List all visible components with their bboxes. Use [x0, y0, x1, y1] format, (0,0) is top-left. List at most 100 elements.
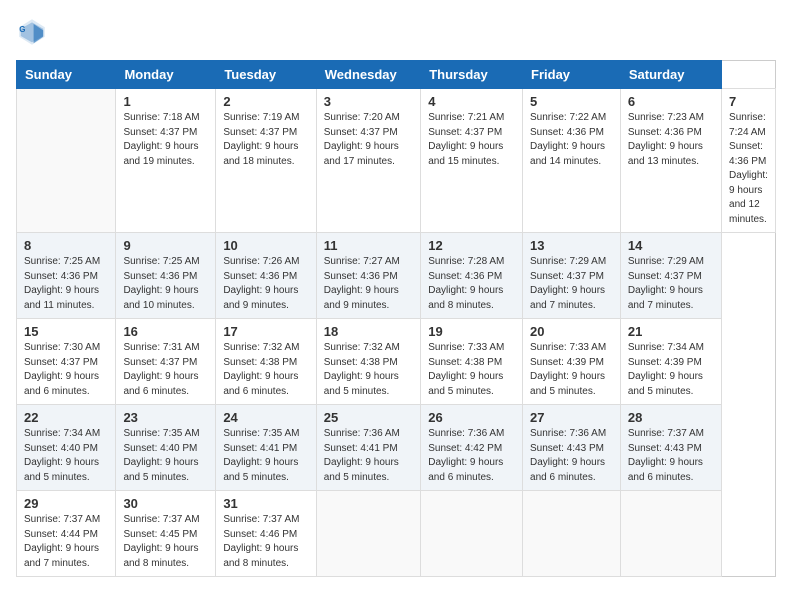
calendar-cell: 28 Sunrise: 7:37 AM Sunset: 4:43 PM Dayli… [620, 405, 721, 491]
logo-icon: G [16, 16, 48, 48]
day-info: Sunrise: 7:23 AM Sunset: 4:36 PM Dayligh… [628, 111, 714, 169]
day-number: 14 [628, 238, 714, 253]
day-number: 26 [428, 410, 515, 425]
calendar-cell [620, 491, 721, 577]
calendar-week-2: 8 Sunrise: 7:25 AM Sunset: 4:36 PM Daylig… [17, 233, 776, 319]
day-info: Sunrise: 7:29 AM Sunset: 4:37 PM Dayligh… [628, 255, 714, 313]
day-info: Sunrise: 7:34 AM Sunset: 4:39 PM Dayligh… [628, 341, 714, 399]
day-number: 2 [223, 94, 308, 109]
day-number: 7 [729, 94, 768, 109]
day-header-saturday: Saturday [620, 61, 721, 89]
day-info: Sunrise: 7:20 AM Sunset: 4:37 PM Dayligh… [324, 111, 414, 169]
calendar-cell: 15Sunrise: 7:30 AM Sunset: 4:37 PM Dayli… [17, 319, 116, 405]
calendar-cell: 18 Sunrise: 7:32 AM Sunset: 4:38 PM Dayli… [316, 319, 421, 405]
day-info: Sunrise: 7:28 AM Sunset: 4:36 PM Dayligh… [428, 255, 515, 313]
calendar-cell: 5 Sunrise: 7:22 AM Sunset: 4:36 PM Daylig… [523, 89, 621, 233]
calendar-cell [316, 491, 421, 577]
day-info: Sunrise: 7:35 AM Sunset: 4:41 PM Dayligh… [223, 427, 308, 485]
calendar-cell: 27 Sunrise: 7:36 AM Sunset: 4:43 PM Dayli… [523, 405, 621, 491]
day-number: 17 [223, 324, 308, 339]
day-number: 13 [530, 238, 613, 253]
calendar-header-row: SundayMondayTuesdayWednesdayThursdayFrid… [17, 61, 776, 89]
day-info: Sunrise: 7:32 AM Sunset: 4:38 PM Dayligh… [223, 341, 308, 399]
calendar-cell [17, 89, 116, 233]
day-info: Sunrise: 7:37 AM Sunset: 4:46 PM Dayligh… [223, 513, 308, 571]
calendar-week-3: 15Sunrise: 7:30 AM Sunset: 4:37 PM Dayli… [17, 319, 776, 405]
day-number: 28 [628, 410, 714, 425]
day-info: Sunrise: 7:37 AM Sunset: 4:43 PM Dayligh… [628, 427, 714, 485]
calendar-cell: 24 Sunrise: 7:35 AM Sunset: 4:41 PM Dayli… [216, 405, 316, 491]
day-info: Sunrise: 7:33 AM Sunset: 4:39 PM Dayligh… [530, 341, 613, 399]
day-header-sunday: Sunday [17, 61, 116, 89]
calendar-cell: 4 Sunrise: 7:21 AM Sunset: 4:37 PM Daylig… [421, 89, 523, 233]
day-number: 10 [223, 238, 308, 253]
day-number: 11 [324, 238, 414, 253]
day-info: Sunrise: 7:32 AM Sunset: 4:38 PM Dayligh… [324, 341, 414, 399]
day-info: Sunrise: 7:22 AM Sunset: 4:36 PM Dayligh… [530, 111, 613, 169]
day-info: Sunrise: 7:26 AM Sunset: 4:36 PM Dayligh… [223, 255, 308, 313]
calendar-cell: 29 Sunrise: 7:37 AM Sunset: 4:44 PM Dayli… [17, 491, 116, 577]
day-info: Sunrise: 7:37 AM Sunset: 4:45 PM Dayligh… [123, 513, 208, 571]
logo: G [16, 16, 52, 48]
day-number: 6 [628, 94, 714, 109]
calendar-cell: 8 Sunrise: 7:25 AM Sunset: 4:36 PM Daylig… [17, 233, 116, 319]
calendar-cell: 22 Sunrise: 7:34 AM Sunset: 4:40 PM Dayli… [17, 405, 116, 491]
day-number: 24 [223, 410, 308, 425]
day-number: 8 [24, 238, 108, 253]
calendar-cell: 1 Sunrise: 7:18 AM Sunset: 4:37 PM Daylig… [116, 89, 216, 233]
day-number: 16 [123, 324, 208, 339]
day-number: 20 [530, 324, 613, 339]
calendar-week-4: 22 Sunrise: 7:34 AM Sunset: 4:40 PM Dayli… [17, 405, 776, 491]
day-info: Sunrise: 7:27 AM Sunset: 4:36 PM Dayligh… [324, 255, 414, 313]
day-number: 18 [324, 324, 414, 339]
day-info: Sunrise: 7:25 AM Sunset: 4:36 PM Dayligh… [123, 255, 208, 313]
calendar-cell [421, 491, 523, 577]
day-info: Sunrise: 7:21 AM Sunset: 4:37 PM Dayligh… [428, 111, 515, 169]
day-info: Sunrise: 7:36 AM Sunset: 4:41 PM Dayligh… [324, 427, 414, 485]
day-info: Sunrise: 7:34 AM Sunset: 4:40 PM Dayligh… [24, 427, 108, 485]
day-number: 1 [123, 94, 208, 109]
calendar-cell: 12Sunrise: 7:28 AM Sunset: 4:36 PM Dayli… [421, 233, 523, 319]
day-number: 25 [324, 410, 414, 425]
day-number: 9 [123, 238, 208, 253]
day-info: Sunrise: 7:30 AM Sunset: 4:37 PM Dayligh… [24, 341, 108, 399]
calendar-cell: 19Sunrise: 7:33 AM Sunset: 4:38 PM Dayli… [421, 319, 523, 405]
day-header-thursday: Thursday [421, 61, 523, 89]
calendar-cell: 13 Sunrise: 7:29 AM Sunset: 4:37 PM Dayli… [523, 233, 621, 319]
day-number: 23 [123, 410, 208, 425]
day-header-monday: Monday [116, 61, 216, 89]
day-number: 29 [24, 496, 108, 511]
calendar-cell: 11 Sunrise: 7:27 AM Sunset: 4:36 PM Dayli… [316, 233, 421, 319]
day-info: Sunrise: 7:36 AM Sunset: 4:43 PM Dayligh… [530, 427, 613, 485]
day-header-friday: Friday [523, 61, 621, 89]
day-info: Sunrise: 7:18 AM Sunset: 4:37 PM Dayligh… [123, 111, 208, 169]
calendar-cell: 9 Sunrise: 7:25 AM Sunset: 4:36 PM Daylig… [116, 233, 216, 319]
calendar-cell: 7Sunrise: 7:24 AM Sunset: 4:36 PM Daylig… [722, 89, 776, 233]
day-info: Sunrise: 7:25 AM Sunset: 4:36 PM Dayligh… [24, 255, 108, 313]
calendar-week-1: 1 Sunrise: 7:18 AM Sunset: 4:37 PM Daylig… [17, 89, 776, 233]
calendar-cell: 20 Sunrise: 7:33 AM Sunset: 4:39 PM Dayli… [523, 319, 621, 405]
calendar-cell: 17 Sunrise: 7:32 AM Sunset: 4:38 PM Dayli… [216, 319, 316, 405]
svg-text:G: G [19, 25, 25, 34]
calendar-cell: 16 Sunrise: 7:31 AM Sunset: 4:37 PM Dayli… [116, 319, 216, 405]
day-info: Sunrise: 7:31 AM Sunset: 4:37 PM Dayligh… [123, 341, 208, 399]
day-info: Sunrise: 7:35 AM Sunset: 4:40 PM Dayligh… [123, 427, 208, 485]
day-number: 22 [24, 410, 108, 425]
day-info: Sunrise: 7:29 AM Sunset: 4:37 PM Dayligh… [530, 255, 613, 313]
day-number: 3 [324, 94, 414, 109]
calendar-cell: 10 Sunrise: 7:26 AM Sunset: 4:36 PM Dayli… [216, 233, 316, 319]
calendar-cell: 21 Sunrise: 7:34 AM Sunset: 4:39 PM Dayli… [620, 319, 721, 405]
calendar-cell: 14 Sunrise: 7:29 AM Sunset: 4:37 PM Dayli… [620, 233, 721, 319]
calendar-cell: 2 Sunrise: 7:19 AM Sunset: 4:37 PM Daylig… [216, 89, 316, 233]
calendar-cell [523, 491, 621, 577]
day-number: 5 [530, 94, 613, 109]
day-number: 4 [428, 94, 515, 109]
day-info: Sunrise: 7:19 AM Sunset: 4:37 PM Dayligh… [223, 111, 308, 169]
calendar-table: SundayMondayTuesdayWednesdayThursdayFrid… [16, 60, 776, 577]
day-number: 27 [530, 410, 613, 425]
day-number: 21 [628, 324, 714, 339]
day-info: Sunrise: 7:36 AM Sunset: 4:42 PM Dayligh… [428, 427, 515, 485]
day-number: 31 [223, 496, 308, 511]
day-number: 19 [428, 324, 515, 339]
day-info: Sunrise: 7:37 AM Sunset: 4:44 PM Dayligh… [24, 513, 108, 571]
